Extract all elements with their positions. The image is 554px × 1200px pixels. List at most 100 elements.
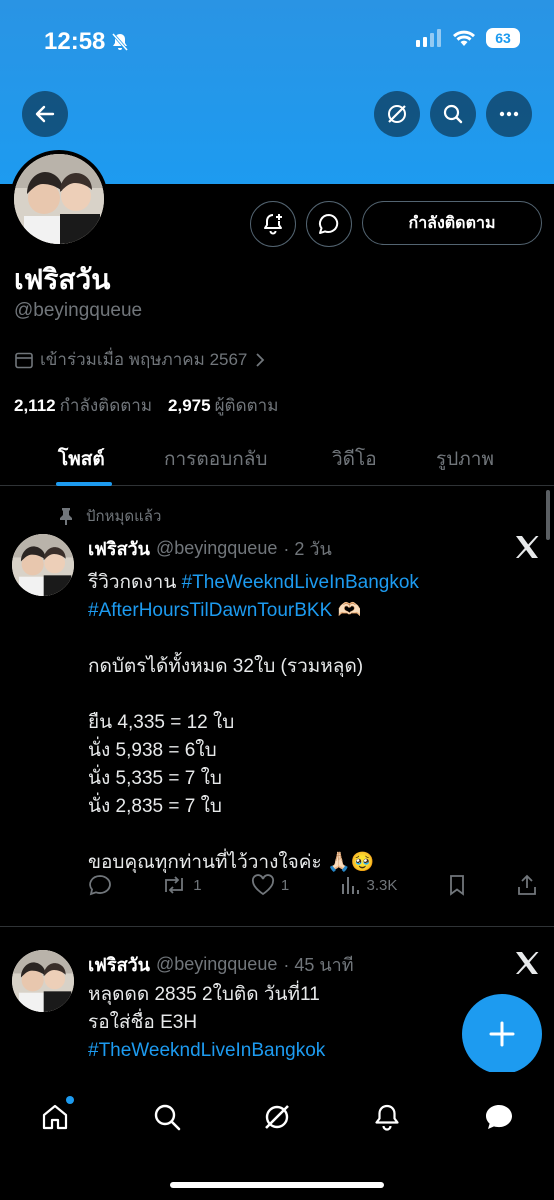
repost-icon bbox=[165, 876, 184, 894]
plus-icon bbox=[489, 1021, 515, 1047]
profile-handle: @beyingqueue bbox=[14, 300, 143, 321]
post-text: รีวิวกดงาน #TheWeekndLiveInBangkok #Afte… bbox=[88, 569, 542, 877]
post-text-line: กดบัตรได้ทั้งหมด 32ใบ (รวมหลุด) bbox=[88, 656, 364, 677]
joined-date[interactable]: เข้าร่วมเมื่อ พฤษภาคม 2567 bbox=[14, 346, 267, 373]
share-icon bbox=[518, 874, 536, 895]
bookmark-button[interactable] bbox=[447, 874, 467, 896]
pin-icon bbox=[60, 508, 72, 525]
views-count: 3.3K bbox=[366, 876, 398, 894]
post-author-handle[interactable]: @beyingqueue bbox=[156, 954, 277, 975]
post-header: เฟริสวัน @beyingqueue · 45 นาที bbox=[88, 950, 542, 979]
notify-button[interactable] bbox=[250, 201, 296, 247]
post-content-row: เฟริสวัน @beyingqueue · 2 วัน รีวิวกดงาน… bbox=[12, 534, 542, 877]
search-button[interactable] bbox=[430, 91, 476, 137]
post-body: เฟริสวัน @beyingqueue · 2 วัน รีวิวกดงาน… bbox=[88, 534, 542, 877]
wifi-icon bbox=[453, 30, 475, 46]
joined-text: เข้าร่วมเมื่อ พฤษภาคม 2567 bbox=[40, 350, 248, 369]
pinned-label: ปักหมุดแล้ว bbox=[86, 508, 162, 525]
signal-icon bbox=[416, 29, 441, 47]
post-author-name[interactable]: เฟริสวัน bbox=[88, 950, 150, 979]
views-icon bbox=[341, 877, 359, 894]
hashtag-link[interactable]: #TheWeekndLiveInBangkok bbox=[182, 572, 419, 593]
hashtag-link[interactable]: #TheWeekndLiveInBangkok bbox=[88, 1040, 325, 1061]
post-emoji: 🫶🏻 bbox=[332, 600, 362, 621]
views-button[interactable]: 3.3K bbox=[339, 874, 398, 896]
more-button[interactable] bbox=[486, 91, 532, 137]
repost-count: 1 bbox=[193, 876, 202, 894]
home-icon bbox=[42, 1104, 68, 1130]
followers-count: 2,975 bbox=[168, 396, 211, 415]
post-content-row: เฟริสวัน @beyingqueue · 45 นาที หลุดดด 2… bbox=[12, 950, 542, 1065]
share-button[interactable] bbox=[516, 874, 538, 896]
profile-tabs: โพสต์ การตอบกลับ วิดีโอ รูปภาพ bbox=[0, 430, 554, 486]
post-author-handle[interactable]: @beyingqueue bbox=[156, 538, 277, 559]
battery-indicator: 63 bbox=[486, 28, 520, 48]
x-logo-icon bbox=[516, 536, 539, 558]
repost-button[interactable]: 1 bbox=[161, 874, 202, 896]
like-icon bbox=[251, 874, 274, 896]
bottom-navigation bbox=[0, 1072, 554, 1200]
bookmark-icon bbox=[449, 875, 464, 896]
following-count: 2,112 bbox=[14, 396, 56, 415]
post-actions: 1 1 3.3K bbox=[88, 874, 538, 896]
post-text-line: ยืน 4,335 = 12 ใบ bbox=[88, 712, 235, 733]
post-text-line: นั่ง 2,835 = 7 ใบ bbox=[88, 796, 222, 817]
grok-icon bbox=[388, 105, 406, 123]
nav-notifications[interactable] bbox=[370, 1100, 404, 1134]
profile-avatar[interactable] bbox=[10, 150, 108, 248]
status-time: 12:58 bbox=[44, 28, 106, 55]
post-avatar[interactable] bbox=[12, 950, 74, 1012]
messages-icon bbox=[486, 1105, 512, 1129]
bell-plus-icon bbox=[264, 214, 282, 235]
followers-stat[interactable]: 2,975 ผู้ติดตาม bbox=[168, 392, 278, 419]
compose-button[interactable] bbox=[462, 994, 542, 1074]
tab-photos[interactable]: รูปภาพ bbox=[436, 444, 494, 474]
post-header: เฟริสวัน @beyingqueue · 2 วัน bbox=[88, 534, 542, 563]
grok-icon bbox=[265, 1105, 289, 1129]
tab-videos[interactable]: วิดีโอ bbox=[332, 444, 377, 474]
nav-grok[interactable] bbox=[260, 1100, 294, 1134]
calendar-icon bbox=[15, 352, 33, 368]
following-stat[interactable]: 2,112 กำลังติดตาม bbox=[14, 392, 152, 419]
post-text-line: รีวิวกดงาน bbox=[88, 572, 182, 593]
post-pinned[interactable]: ปักหมุดแล้ว เฟริสวัน @beyingqueue · 2 วั… bbox=[0, 504, 554, 924]
chevron-right-icon bbox=[256, 352, 265, 367]
post-avatar[interactable] bbox=[12, 534, 74, 596]
post-text-line: นั่ง 5,335 = 7 ใบ bbox=[88, 768, 222, 789]
x-logo-icon bbox=[516, 952, 539, 974]
status-bar: 12:58 63 bbox=[0, 0, 554, 84]
post-time: · 2 วัน bbox=[283, 539, 332, 559]
message-icon bbox=[319, 214, 339, 234]
explore-icon bbox=[154, 1104, 181, 1131]
notification-dot bbox=[66, 1096, 74, 1104]
status-icons: 63 bbox=[416, 28, 520, 48]
post-divider bbox=[0, 926, 554, 927]
grok-button[interactable] bbox=[374, 91, 420, 137]
notifications-icon bbox=[375, 1104, 399, 1131]
follow-stats: 2,112 กำลังติดตาม 2,975 ผู้ติดตาม bbox=[14, 392, 278, 419]
followers-label: ผู้ติดตาม bbox=[214, 396, 279, 415]
nav-messages[interactable] bbox=[482, 1100, 516, 1134]
following-button[interactable]: กำลังติดตาม bbox=[362, 201, 542, 245]
nav-home[interactable] bbox=[38, 1096, 74, 1134]
home-indicator bbox=[170, 1182, 384, 1188]
display-name: เฟริสวัน bbox=[14, 264, 111, 295]
nav-explore[interactable] bbox=[150, 1100, 184, 1134]
like-count: 1 bbox=[280, 876, 290, 894]
following-label: กำลังติดตาม bbox=[59, 396, 153, 415]
reply-button[interactable] bbox=[88, 874, 112, 896]
tab-posts[interactable]: โพสต์ bbox=[58, 444, 105, 474]
mute-bell-icon bbox=[111, 33, 129, 51]
active-tab-indicator bbox=[56, 482, 112, 486]
back-button[interactable] bbox=[22, 91, 68, 137]
message-button[interactable] bbox=[306, 201, 352, 247]
avatar-photo bbox=[12, 534, 74, 596]
tab-replies[interactable]: การตอบกลับ bbox=[164, 444, 267, 474]
hashtag-link[interactable]: #AfterHoursTilDawnTourBKK bbox=[88, 600, 332, 621]
like-button[interactable]: 1 bbox=[251, 874, 289, 896]
more-icon bbox=[499, 111, 519, 117]
reply-icon bbox=[89, 875, 111, 896]
back-arrow-icon bbox=[35, 105, 55, 123]
post-time: · 45 นาที bbox=[283, 955, 354, 975]
post-author-name[interactable]: เฟริสวัน bbox=[88, 534, 150, 563]
